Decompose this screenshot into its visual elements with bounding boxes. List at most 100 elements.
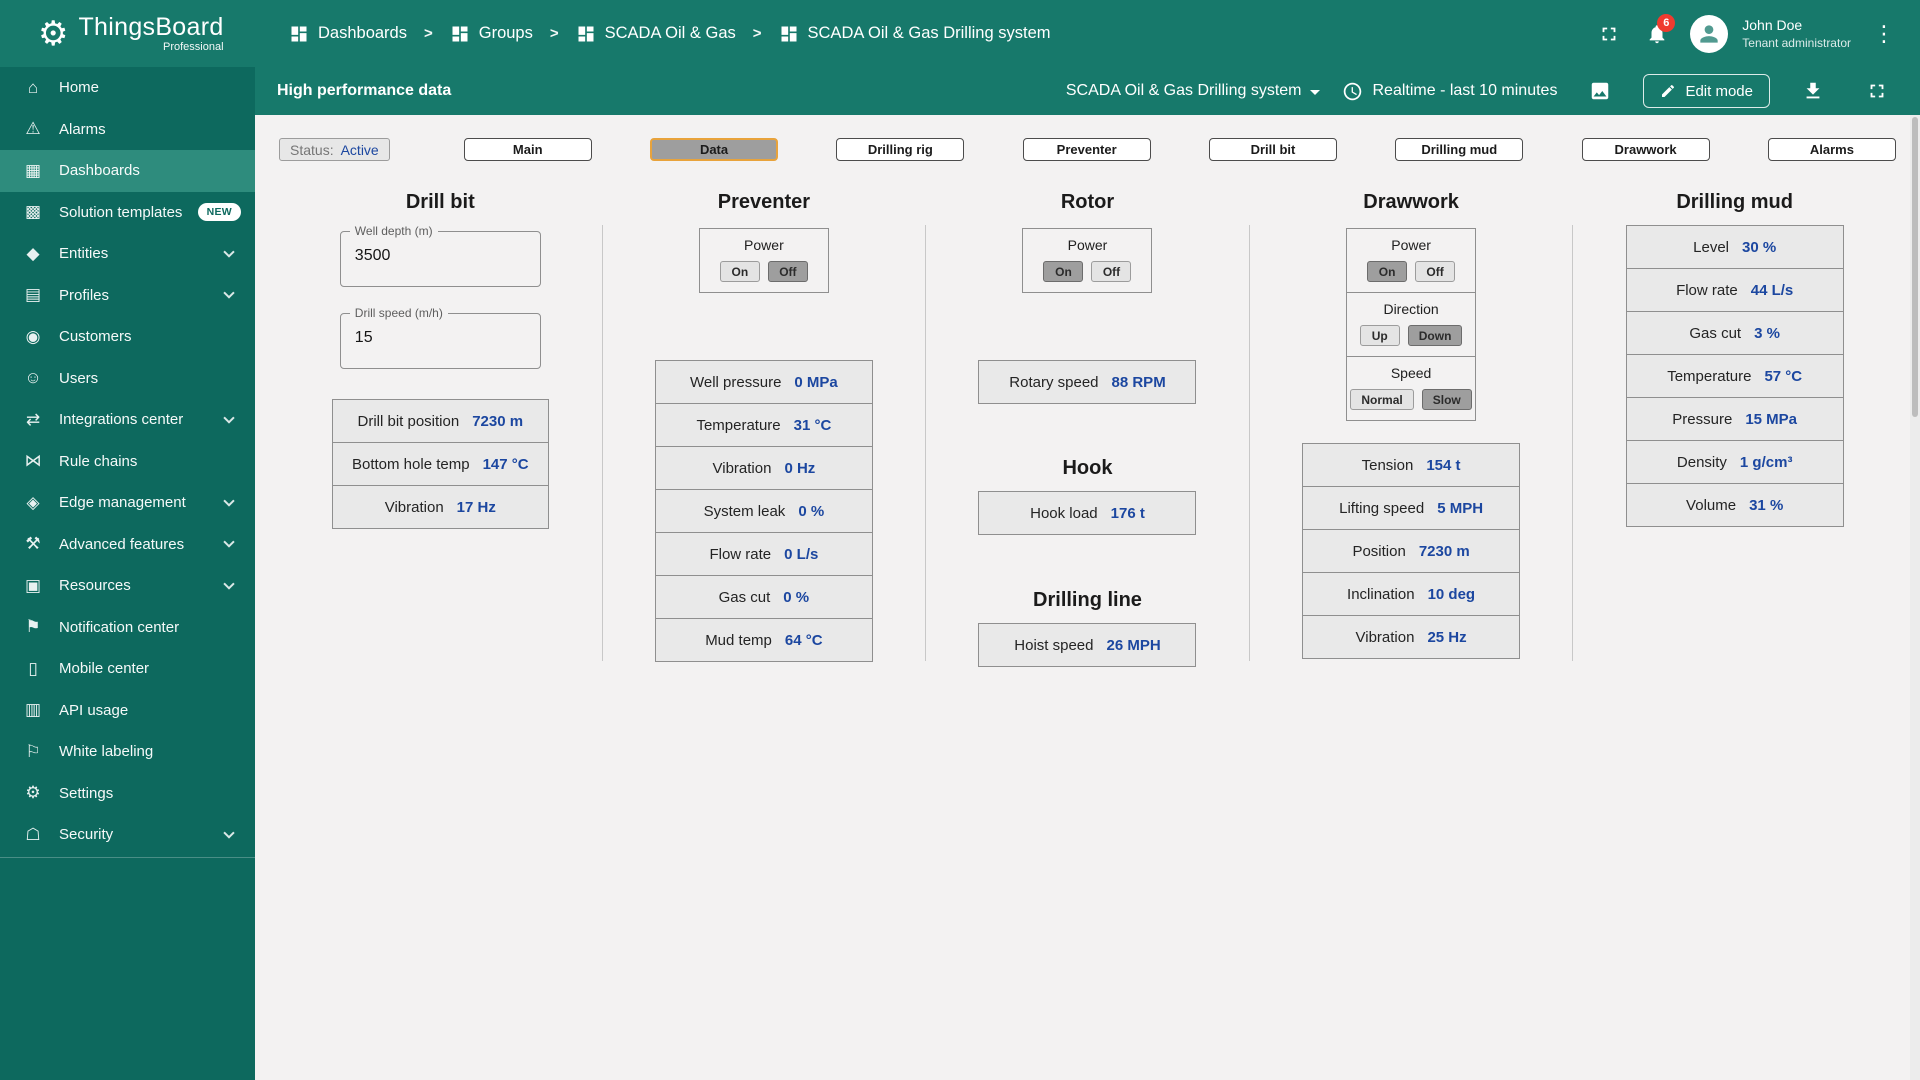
alarm-icon: ⚠ [25, 119, 41, 139]
well-depth-input[interactable]: Well depth (m) 3500 [339, 224, 541, 287]
brand-name: ThingsBoard [78, 13, 224, 42]
sidebar-item-label: Advanced features [59, 535, 185, 553]
person-icon [1700, 24, 1718, 43]
drawwork-speed-slow-button[interactable]: Slow [1421, 389, 1472, 410]
drawwork-direction-up-button[interactable]: Up [1359, 325, 1400, 346]
nav-button-preventer[interactable]: Preventer [1022, 138, 1151, 161]
drawwork-power-off-button[interactable]: Off [1415, 261, 1456, 282]
sidebar-item-entities[interactable]: ◆ Entities [0, 233, 255, 275]
sidebar-item-label: White labeling [59, 743, 154, 761]
scrollbar-thumb[interactable] [1912, 117, 1918, 417]
drawwork-speed-normal-button[interactable]: Normal [1350, 389, 1414, 410]
breadcrumb-separator: > [752, 25, 762, 42]
sidebar-item-integrations-center[interactable]: ⇄ Integrations center [0, 399, 255, 441]
thingsboard-logo[interactable]: ⚙ ThingsBoard Professional [0, 13, 255, 53]
nav-button-drill-bit[interactable]: Drill bit [1208, 138, 1337, 161]
sidebar-item-edge-management[interactable]: ◈ Edge management [0, 482, 255, 524]
sidebar-item-settings[interactable]: ⚙ Settings [0, 773, 255, 815]
column-preventer: Preventer Power On Off Well pressure 0 M… [603, 189, 926, 667]
sidebar-item-mobile-center[interactable]: ▯ Mobile center [0, 648, 255, 690]
sidebar-item-api-usage[interactable]: ▥ API usage [0, 690, 255, 732]
sidebar-item-profiles[interactable]: ▤ Profiles [0, 275, 255, 317]
fullscreen-button[interactable] [1588, 13, 1630, 55]
telemetry-cell-level: Level 30 % [1625, 225, 1844, 269]
sidebar-item-security[interactable]: ☖ Security [0, 814, 255, 856]
cell-label: Gas cut [1689, 324, 1742, 342]
drawwork-direction-down-button[interactable]: Down [1407, 325, 1463, 346]
nav-button-main[interactable]: Main [463, 138, 592, 161]
home-icon: ⌂ [27, 77, 39, 97]
brand-edition: Professional [163, 40, 224, 53]
edit-mode-button[interactable]: Edit mode [1643, 74, 1770, 108]
dashboard-select[interactable]: SCADA Oil & Gas Drilling system [1066, 82, 1321, 100]
fullscreen-icon [1870, 84, 1884, 98]
nav-button-data[interactable]: Data [650, 138, 779, 161]
toolbar-fullscreen-button[interactable] [1856, 70, 1898, 112]
column-rotor: Rotor Power On Off Rotary speed 88 RPM H… [926, 189, 1249, 667]
cell-label: Level [1693, 238, 1729, 256]
breadcrumb-item-groups[interactable]: Groups [450, 24, 533, 44]
image-icon [1592, 82, 1609, 100]
rotor-power-on-button[interactable]: On [1043, 261, 1084, 282]
cell-label: Temperature [696, 416, 781, 434]
nav-button-drawwork[interactable]: Drawwork [1581, 138, 1710, 161]
sidebar-item-label: Solution templates [59, 203, 183, 221]
preventer-power-on-button[interactable]: On [719, 261, 760, 282]
sidebar-item-solution-templates[interactable]: ▩ Solution templates NEW [0, 192, 255, 234]
preventer-power-off-button[interactable]: Off [767, 261, 808, 282]
notifications-button[interactable]: 6 [1636, 13, 1678, 55]
user-name: John Doe [1742, 16, 1803, 33]
telemetry-cell-system-leak: System leak 0 % [654, 489, 873, 533]
sidebar-item-home[interactable]: ⌂ Home [0, 67, 255, 109]
image-gallery-button[interactable] [1579, 70, 1621, 112]
sidebar-item-advanced-features[interactable]: ⚒ Advanced features [0, 524, 255, 566]
sidebar-item-label: Entities [59, 245, 109, 263]
sidebar-item-white-labeling[interactable]: ⚐ White labeling [0, 731, 255, 773]
nav-button-drilling-rig[interactable]: Drilling rig [836, 138, 965, 161]
sidebar-item-alarms[interactable]: ⚠ Alarms [0, 109, 255, 151]
cell-value: 3 % [1754, 324, 1780, 342]
drill-speed-input[interactable]: Drill speed (m/h) 15 [339, 306, 541, 369]
input-label: Well depth (m) [349, 224, 438, 238]
breadcrumb-item-scada-oil-gas[interactable]: SCADA Oil & Gas [576, 24, 736, 44]
breadcrumb-item-dashboards[interactable]: Dashboards [289, 24, 407, 44]
telemetry-cell-volume: Volume 31 % [1625, 483, 1844, 527]
edit-mode-label: Edit mode [1685, 82, 1753, 100]
column-drill-bit: Drill bit Well depth (m) 3500 Drill spee… [279, 189, 602, 667]
sidebar-item-customers[interactable]: ◉ Customers [0, 316, 255, 358]
cell-value: 7230 m [1418, 542, 1470, 560]
chevron-down-icon [223, 578, 235, 590]
scrollbar[interactable] [1910, 115, 1920, 1080]
rotor-power-off-button[interactable]: Off [1091, 261, 1132, 282]
cell-value: 31 °C [793, 416, 832, 434]
cell-value: 44 L/s [1750, 281, 1794, 299]
sidebar-item-dashboards[interactable]: ▦ Dashboards [0, 150, 255, 192]
download-button[interactable] [1792, 70, 1834, 112]
resources-icon: ▣ [24, 575, 42, 595]
telemetry-cell-gas-cut: Gas cut 3 % [1625, 311, 1844, 355]
drawwork-power-on-button[interactable]: On [1367, 261, 1408, 282]
nav-button-drilling-mud[interactable]: Drilling mud [1395, 138, 1524, 161]
sidebar-item-label: Home [59, 79, 100, 97]
avatar[interactable] [1690, 14, 1729, 53]
input-value: 3500 [354, 247, 391, 264]
sidebar-item-rule-chains[interactable]: ⋈ Rule chains [0, 441, 255, 483]
advanced-features-icon: ⚒ [25, 534, 41, 554]
new-badge: NEW [197, 203, 241, 222]
timewindow-button[interactable]: Realtime - last 10 minutes [1342, 81, 1557, 102]
breadcrumb-label: Dashboards [318, 24, 407, 42]
sidebar-item-users[interactable]: ☺ Users [0, 358, 255, 400]
cell-value: 88 RPM [1111, 373, 1166, 391]
cell-label: System leak [703, 502, 786, 520]
cell-value: 0 MPa [794, 373, 838, 391]
breadcrumb-item-drilling-system[interactable]: SCADA Oil & Gas Drilling system [779, 24, 1051, 44]
column-title: Drill bit [405, 191, 475, 213]
cell-value: 0 % [798, 502, 825, 520]
sidebar-item-notification-center[interactable]: ⚑ Notification center [0, 607, 255, 649]
kebab-menu-button[interactable]: ⋮ [1863, 21, 1906, 47]
rotor-power-panel: Power On Off [1022, 228, 1153, 293]
sidebar-item-resources[interactable]: ▣ Resources [0, 565, 255, 607]
sidebar-divider [0, 856, 255, 858]
panel-label: Power [1067, 237, 1108, 253]
nav-button-alarms[interactable]: Alarms [1767, 138, 1896, 161]
